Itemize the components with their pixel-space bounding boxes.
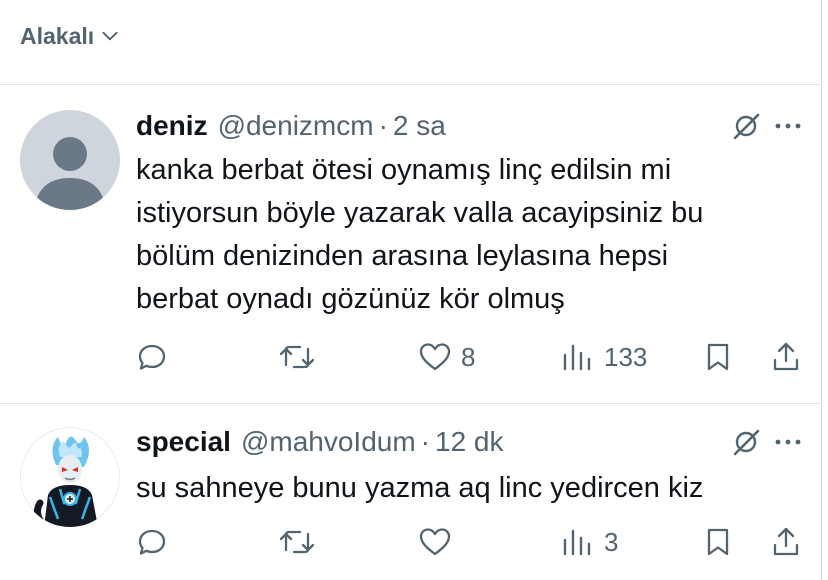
bookmark-button[interactable] xyxy=(702,522,734,562)
tweet-header: deniz @denizmcm · 2 sa xyxy=(136,108,446,144)
view-count: 133 xyxy=(604,341,648,372)
tweet-text-line: istiyorsun böyle yazarak valla acayipsin… xyxy=(136,197,704,229)
user-handle[interactable]: @mahvoIdum xyxy=(241,426,416,458)
bookmark-icon xyxy=(702,341,734,373)
analytics-icon xyxy=(560,526,596,558)
avatar[interactable] xyxy=(20,110,120,210)
reply-button[interactable] xyxy=(136,522,168,562)
tweet-text-line: bölüm denizinden arasına leylasına hepsi xyxy=(136,240,669,272)
tweet-text-line: berbat oynadı gözünüz kör olmuş xyxy=(136,283,565,315)
retweet-button[interactable] xyxy=(278,337,316,377)
display-name[interactable]: deniz xyxy=(136,110,208,142)
chevron-down-icon xyxy=(100,26,120,46)
reply-icon xyxy=(136,341,168,373)
heart-icon xyxy=(417,526,453,558)
heart-icon xyxy=(417,341,453,373)
views-button[interactable]: 133 xyxy=(560,337,647,377)
share-icon xyxy=(770,526,802,558)
like-button[interactable] xyxy=(417,522,461,562)
user-handle[interactable]: @denizmcm xyxy=(218,110,374,142)
divider xyxy=(0,403,822,404)
view-count: 3 xyxy=(604,526,619,557)
separator-dot: · xyxy=(420,426,430,457)
tweet-text: kanka berbat ötesi oynamış linç edilsin … xyxy=(136,149,806,321)
divider xyxy=(0,84,822,85)
retweet-button[interactable] xyxy=(278,522,316,562)
analytics-icon xyxy=(560,341,596,373)
reply-tweet[interactable]: deniz @denizmcm · 2 sa kanka berbat ötes… xyxy=(0,108,822,398)
display-name[interactable]: special xyxy=(136,426,231,458)
bookmark-icon xyxy=(702,526,734,558)
grok-icon[interactable] xyxy=(728,424,764,460)
retweet-icon xyxy=(278,341,316,373)
bookmark-button[interactable] xyxy=(702,337,734,377)
sort-dropdown[interactable]: Alakalı xyxy=(20,20,120,52)
separator-dot: · xyxy=(378,110,388,141)
like-button[interactable]: 8 xyxy=(417,337,475,377)
tweet-text-line: kanka berbat ötesi oynamış linç edilsin … xyxy=(136,154,672,186)
reply-icon xyxy=(136,526,168,558)
share-button[interactable] xyxy=(770,522,802,562)
grok-icon[interactable] xyxy=(728,108,764,144)
share-button[interactable] xyxy=(770,337,802,377)
tweet-header: special @mahvoIdum · 12 dk xyxy=(136,424,504,460)
sort-label: Alakalı xyxy=(20,22,95,49)
reply-button[interactable] xyxy=(136,337,168,377)
retweet-icon xyxy=(278,526,316,558)
more-options-icon[interactable] xyxy=(770,108,806,144)
timestamp[interactable]: 12 dk xyxy=(435,426,504,458)
avatar[interactable] xyxy=(20,427,120,527)
like-count: 8 xyxy=(461,341,476,372)
tweet-text: su sahneye bunu yazma aq linc yedircen k… xyxy=(136,467,806,510)
reply-tweet[interactable]: special @mahvoIdum · 12 dk su sahneye bu… xyxy=(0,424,822,580)
views-button[interactable]: 3 xyxy=(560,522,618,562)
more-options-icon[interactable] xyxy=(770,424,806,460)
timestamp[interactable]: 2 sa xyxy=(393,110,446,142)
tweet-text-line: su sahneye bunu yazma aq linc yedircen k… xyxy=(136,472,704,504)
share-icon xyxy=(770,341,802,373)
